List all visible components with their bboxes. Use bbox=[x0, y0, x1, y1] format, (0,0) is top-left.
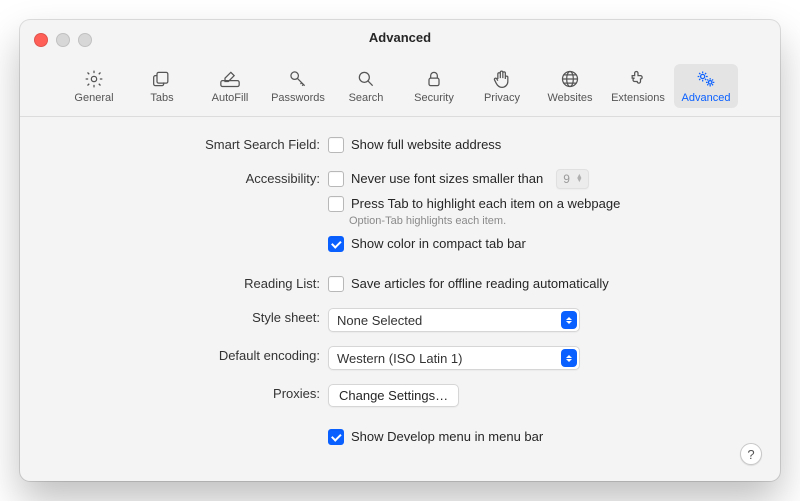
develop-menu-row: Show Develop menu in menu bar bbox=[50, 427, 750, 447]
key-icon bbox=[268, 68, 328, 90]
min-font-size-checkbox[interactable]: Never use font sizes smaller than 9 ▲▼ bbox=[328, 169, 620, 189]
change-proxies-button[interactable]: Change Settings… bbox=[328, 384, 459, 407]
toolbar-label: Privacy bbox=[472, 92, 532, 104]
toolbar-item-search[interactable]: Search bbox=[334, 64, 398, 108]
checkbox-icon bbox=[328, 276, 344, 292]
select-value: None Selected bbox=[337, 313, 561, 328]
style-sheet-select[interactable]: None Selected bbox=[328, 308, 580, 332]
select-value: Western (ISO Latin 1) bbox=[337, 351, 561, 366]
style-sheet-row: Style sheet: None Selected bbox=[50, 308, 750, 332]
advanced-pane: Smart Search Field: Show full website ad… bbox=[20, 117, 780, 447]
checkbox-label: Press Tab to highlight each item on a we… bbox=[351, 194, 620, 214]
accessibility-row: Accessibility: Never use font sizes smal… bbox=[50, 169, 750, 254]
lock-icon bbox=[404, 68, 464, 90]
show-full-address-checkbox[interactable]: Show full website address bbox=[328, 135, 501, 155]
reading-list-label: Reading List: bbox=[50, 274, 328, 294]
toolbar-label: AutoFill bbox=[200, 92, 260, 104]
toolbar-item-advanced[interactable]: Advanced bbox=[674, 64, 738, 108]
window-title: Advanced bbox=[20, 20, 780, 50]
checkbox-icon bbox=[328, 196, 344, 212]
close-window-button[interactable] bbox=[34, 33, 48, 47]
toolbar-item-privacy[interactable]: Privacy bbox=[470, 64, 534, 108]
toolbar-item-tabs[interactable]: Tabs bbox=[130, 64, 194, 108]
window-controls bbox=[34, 33, 92, 47]
checkbox-label: Show Develop menu in menu bar bbox=[351, 427, 543, 447]
stepper-arrows-icon: ▲▼ bbox=[574, 175, 585, 183]
min-font-size-select[interactable]: 9 ▲▼ bbox=[556, 169, 589, 189]
default-encoding-row: Default encoding: Western (ISO Latin 1) bbox=[50, 346, 750, 370]
gear-icon bbox=[64, 68, 124, 90]
default-encoding-label: Default encoding: bbox=[50, 346, 328, 366]
select-value: 9 bbox=[563, 169, 570, 189]
develop-menu-checkbox[interactable]: Show Develop menu in menu bar bbox=[328, 427, 543, 447]
toolbar-label: Security bbox=[404, 92, 464, 104]
checkbox-icon bbox=[328, 236, 344, 252]
compact-tab-color-checkbox[interactable]: Show color in compact tab bar bbox=[328, 234, 620, 254]
search-icon bbox=[336, 68, 396, 90]
toolbar-label: Tabs bbox=[132, 92, 192, 104]
checkbox-icon bbox=[328, 429, 344, 445]
accessibility-label: Accessibility: bbox=[50, 169, 328, 189]
toolbar-item-general[interactable]: General bbox=[62, 64, 126, 108]
titlebar: Advanced bbox=[20, 20, 780, 64]
tabs-icon bbox=[132, 68, 192, 90]
help-button[interactable]: ? bbox=[740, 443, 762, 465]
press-tab-hint: Option-Tab highlights each item. bbox=[349, 215, 620, 227]
toolbar-item-autofill[interactable]: AutoFill bbox=[198, 64, 262, 108]
double-gear-icon bbox=[676, 68, 736, 90]
reading-list-row: Reading List: Save articles for offline … bbox=[50, 274, 750, 294]
checkbox-icon bbox=[328, 171, 344, 187]
checkbox-label: Never use font sizes smaller than bbox=[351, 169, 543, 189]
toolbar-label: Search bbox=[336, 92, 396, 104]
pencil-field-icon bbox=[200, 68, 260, 90]
preferences-window: Advanced General Tabs AutoFill Passwords… bbox=[20, 20, 780, 481]
toolbar-item-security[interactable]: Security bbox=[402, 64, 466, 108]
default-encoding-select[interactable]: Western (ISO Latin 1) bbox=[328, 346, 580, 370]
checkbox-label: Show color in compact tab bar bbox=[351, 234, 526, 254]
toolbar-label: Passwords bbox=[268, 92, 328, 104]
press-tab-checkbox[interactable]: Press Tab to highlight each item on a we… bbox=[328, 194, 620, 214]
proxies-row: Proxies: Change Settings… bbox=[50, 384, 750, 407]
checkbox-label: Show full website address bbox=[351, 135, 501, 155]
stepper-arrows-icon bbox=[561, 311, 577, 329]
proxies-label: Proxies: bbox=[50, 384, 328, 404]
style-sheet-label: Style sheet: bbox=[50, 308, 328, 328]
toolbar-label: Advanced bbox=[676, 92, 736, 104]
toolbar-item-passwords[interactable]: Passwords bbox=[266, 64, 330, 108]
smart-search-row: Smart Search Field: Show full website ad… bbox=[50, 135, 750, 155]
stepper-arrows-icon bbox=[561, 349, 577, 367]
zoom-window-button[interactable] bbox=[78, 33, 92, 47]
toolbar-label: Extensions bbox=[608, 92, 668, 104]
globe-icon bbox=[540, 68, 600, 90]
toolbar-label: Websites bbox=[540, 92, 600, 104]
checkbox-icon bbox=[328, 137, 344, 153]
toolbar-item-websites[interactable]: Websites bbox=[538, 64, 602, 108]
checkbox-label: Save articles for offline reading automa… bbox=[351, 274, 609, 294]
toolbar-item-extensions[interactable]: Extensions bbox=[606, 64, 670, 108]
smart-search-label: Smart Search Field: bbox=[50, 135, 328, 155]
minimize-window-button[interactable] bbox=[56, 33, 70, 47]
hand-icon bbox=[472, 68, 532, 90]
preferences-toolbar: General Tabs AutoFill Passwords Search S… bbox=[20, 64, 780, 117]
toolbar-label: General bbox=[64, 92, 124, 104]
save-offline-checkbox[interactable]: Save articles for offline reading automa… bbox=[328, 274, 609, 294]
puzzle-icon bbox=[608, 68, 668, 90]
